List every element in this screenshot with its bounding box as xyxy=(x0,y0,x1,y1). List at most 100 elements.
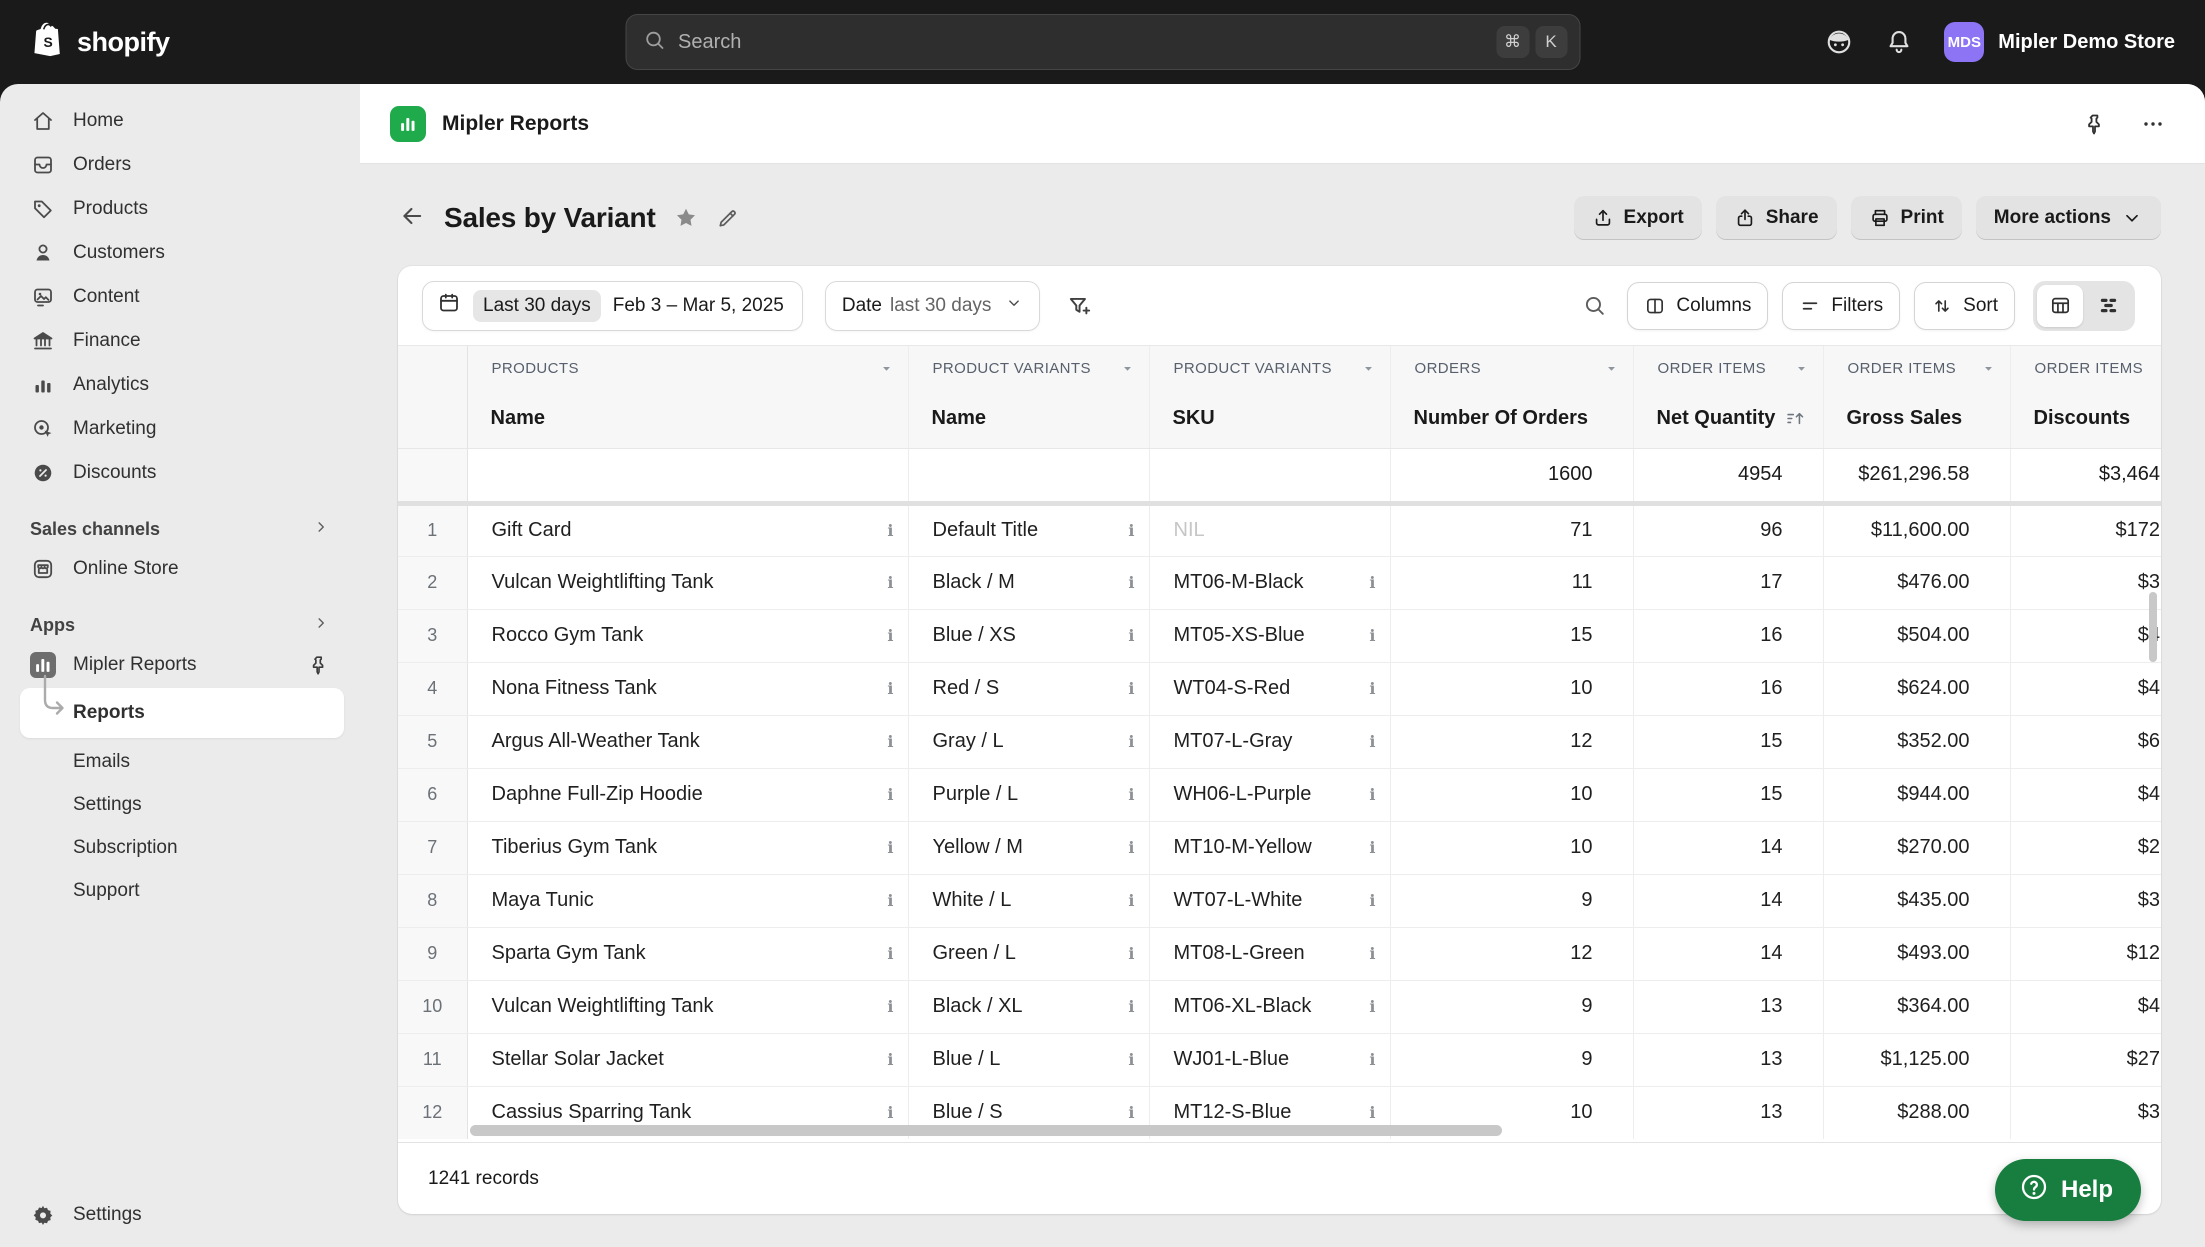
shopify-logo[interactable]: S shopify xyxy=(30,20,170,65)
sidebar-item-support[interactable]: Support xyxy=(0,869,360,912)
info-icon[interactable]: i xyxy=(887,891,893,910)
table-row[interactable]: 7 Tiberius Gym Tank i Yellow / M i MT10-M-… xyxy=(398,821,2161,875)
cell-variant[interactable]: White / L i xyxy=(908,874,1150,928)
cell-product[interactable]: Tiberius Gym Tank i xyxy=(467,821,909,875)
info-icon[interactable]: i xyxy=(887,944,893,963)
cell-variant[interactable]: Blue / XS i xyxy=(908,609,1150,663)
export-button[interactable]: Export xyxy=(1573,196,1702,240)
inbox-icon[interactable] xyxy=(1824,27,1854,57)
sidebar-item-analytics[interactable]: Analytics xyxy=(14,363,346,406)
row-number[interactable]: 12 xyxy=(398,1086,468,1139)
cell-product[interactable]: Gift Card i xyxy=(467,503,909,557)
caret-down-icon[interactable] xyxy=(1794,361,1809,376)
column-group[interactable]: PRODUCTS xyxy=(467,346,909,390)
search-input[interactable] xyxy=(678,30,1496,54)
info-icon[interactable]: i xyxy=(887,573,893,592)
info-icon[interactable]: i xyxy=(1128,521,1134,540)
cell-sku[interactable]: MT06-XL-Black i xyxy=(1149,980,1391,1034)
cell-sku[interactable]: MT10-M-Yellow i xyxy=(1149,821,1391,875)
info-icon[interactable]: i xyxy=(887,521,893,540)
column-header-discounts[interactable]: Discounts xyxy=(2010,390,2161,449)
cell-discounts[interactable]: $4 xyxy=(2010,662,2161,716)
info-icon[interactable]: i xyxy=(1128,891,1134,910)
pin-icon[interactable] xyxy=(2083,112,2107,136)
cell-net-quantity[interactable]: 17 xyxy=(1633,556,1824,610)
cell-net-quantity[interactable]: 15 xyxy=(1633,715,1824,769)
cell-gross-sales[interactable]: $504.00 xyxy=(1823,609,2011,663)
cell-number-of-orders[interactable]: 10 xyxy=(1390,821,1634,875)
cell-net-quantity[interactable]: 96 xyxy=(1633,503,1824,557)
cell-variant[interactable]: Gray / L i xyxy=(908,715,1150,769)
cell-net-quantity[interactable]: 13 xyxy=(1633,1033,1824,1087)
info-icon[interactable]: i xyxy=(1128,785,1134,804)
cell-variant[interactable]: Red / S i xyxy=(908,662,1150,716)
cell-discounts[interactable]: $4 xyxy=(2010,609,2161,663)
row-number[interactable]: 10 xyxy=(398,980,468,1034)
cell-number-of-orders[interactable]: 9 xyxy=(1390,1033,1634,1087)
row-number[interactable]: 11 xyxy=(398,1033,468,1087)
row-number[interactable]: 3 xyxy=(398,609,468,663)
caret-down-icon[interactable] xyxy=(1120,361,1135,376)
cell-product[interactable]: Sparta Gym Tank i xyxy=(467,927,909,981)
cell-sku[interactable]: WT07-L-White i xyxy=(1149,874,1391,928)
cell-gross-sales[interactable]: $624.00 xyxy=(1823,662,2011,716)
info-icon[interactable]: i xyxy=(1369,573,1375,592)
cell-sku[interactable]: MT08-L-Green i xyxy=(1149,927,1391,981)
info-icon[interactable]: i xyxy=(1128,997,1134,1016)
table-row[interactable]: 11 Stellar Solar Jacket i Blue / L i WJ01-… xyxy=(398,1033,2161,1087)
cell-sku[interactable]: NIL xyxy=(1149,503,1391,557)
sort-button[interactable]: Sort xyxy=(1914,281,2015,330)
cell-number-of-orders[interactable]: 10 xyxy=(1390,662,1634,716)
cell-discounts[interactable]: $2 xyxy=(2010,821,2161,875)
cell-variant[interactable]: Blue / L i xyxy=(908,1033,1150,1087)
back-arrow-icon[interactable] xyxy=(398,202,426,235)
cell-variant[interactable]: Default Title i xyxy=(908,503,1150,557)
cell-discounts[interactable]: $4 xyxy=(2010,980,2161,1034)
cell-product[interactable]: Stellar Solar Jacket i xyxy=(467,1033,909,1087)
info-icon[interactable]: i xyxy=(1128,573,1134,592)
info-icon[interactable]: i xyxy=(1128,679,1134,698)
sidebar-item-marketing[interactable]: Marketing xyxy=(14,407,346,450)
info-icon[interactable]: i xyxy=(1369,891,1375,910)
row-number[interactable]: 5 xyxy=(398,715,468,769)
cell-discounts[interactable]: $3 xyxy=(2010,1086,2161,1139)
summary-view-toggle[interactable] xyxy=(2085,285,2131,327)
table-row[interactable]: 3 Rocco Gym Tank i Blue / XS i MT05-XS-Blu… xyxy=(398,609,2161,663)
bell-icon[interactable] xyxy=(1884,27,1914,57)
column-sort-icon[interactable] xyxy=(1785,408,1806,429)
cell-product[interactable]: Nona Fitness Tank i xyxy=(467,662,909,716)
cell-number-of-orders[interactable]: 71 xyxy=(1390,503,1634,557)
cell-gross-sales[interactable]: $288.00 xyxy=(1823,1086,2011,1139)
sidebar-item-products[interactable]: Products xyxy=(14,187,346,230)
info-icon[interactable]: i xyxy=(1369,838,1375,857)
info-icon[interactable]: i xyxy=(1128,732,1134,751)
kebab-menu-icon[interactable] xyxy=(2141,112,2165,136)
add-filter-icon[interactable] xyxy=(1062,289,1096,323)
cell-product[interactable]: Argus All-Weather Tank i xyxy=(467,715,909,769)
cell-discounts[interactable]: $3 xyxy=(2010,556,2161,610)
more-actions-button[interactable]: More actions xyxy=(1975,196,2161,240)
cell-sku[interactable]: MT07-L-Gray i xyxy=(1149,715,1391,769)
pencil-icon[interactable] xyxy=(716,207,739,230)
info-icon[interactable]: i xyxy=(1369,785,1375,804)
cell-discounts[interactable]: $172 xyxy=(2010,503,2161,557)
cell-gross-sales[interactable]: $270.00 xyxy=(1823,821,2011,875)
cell-net-quantity[interactable]: 14 xyxy=(1633,927,1824,981)
info-icon[interactable]: i xyxy=(887,1103,893,1122)
row-number[interactable]: 4 xyxy=(398,662,468,716)
info-icon[interactable]: i xyxy=(1369,1050,1375,1069)
cell-number-of-orders[interactable]: 12 xyxy=(1390,715,1634,769)
sidebar-item-customers[interactable]: Customers xyxy=(14,231,346,274)
star-icon[interactable] xyxy=(674,206,698,230)
cell-net-quantity[interactable]: 14 xyxy=(1633,821,1824,875)
columns-button[interactable]: Columns xyxy=(1627,281,1769,330)
cell-number-of-orders[interactable]: 11 xyxy=(1390,556,1634,610)
row-number[interactable]: 2 xyxy=(398,556,468,610)
date-filter-select[interactable]: Date last 30 days xyxy=(824,280,1041,331)
share-button[interactable]: Share xyxy=(1715,196,1837,240)
row-number[interactable]: 6 xyxy=(398,768,468,822)
sidebar-item-orders[interactable]: Orders xyxy=(14,143,346,186)
sidebar-item-content[interactable]: Content xyxy=(14,275,346,318)
table-search-icon[interactable] xyxy=(1579,291,1609,321)
cell-product[interactable]: Maya Tunic i xyxy=(467,874,909,928)
